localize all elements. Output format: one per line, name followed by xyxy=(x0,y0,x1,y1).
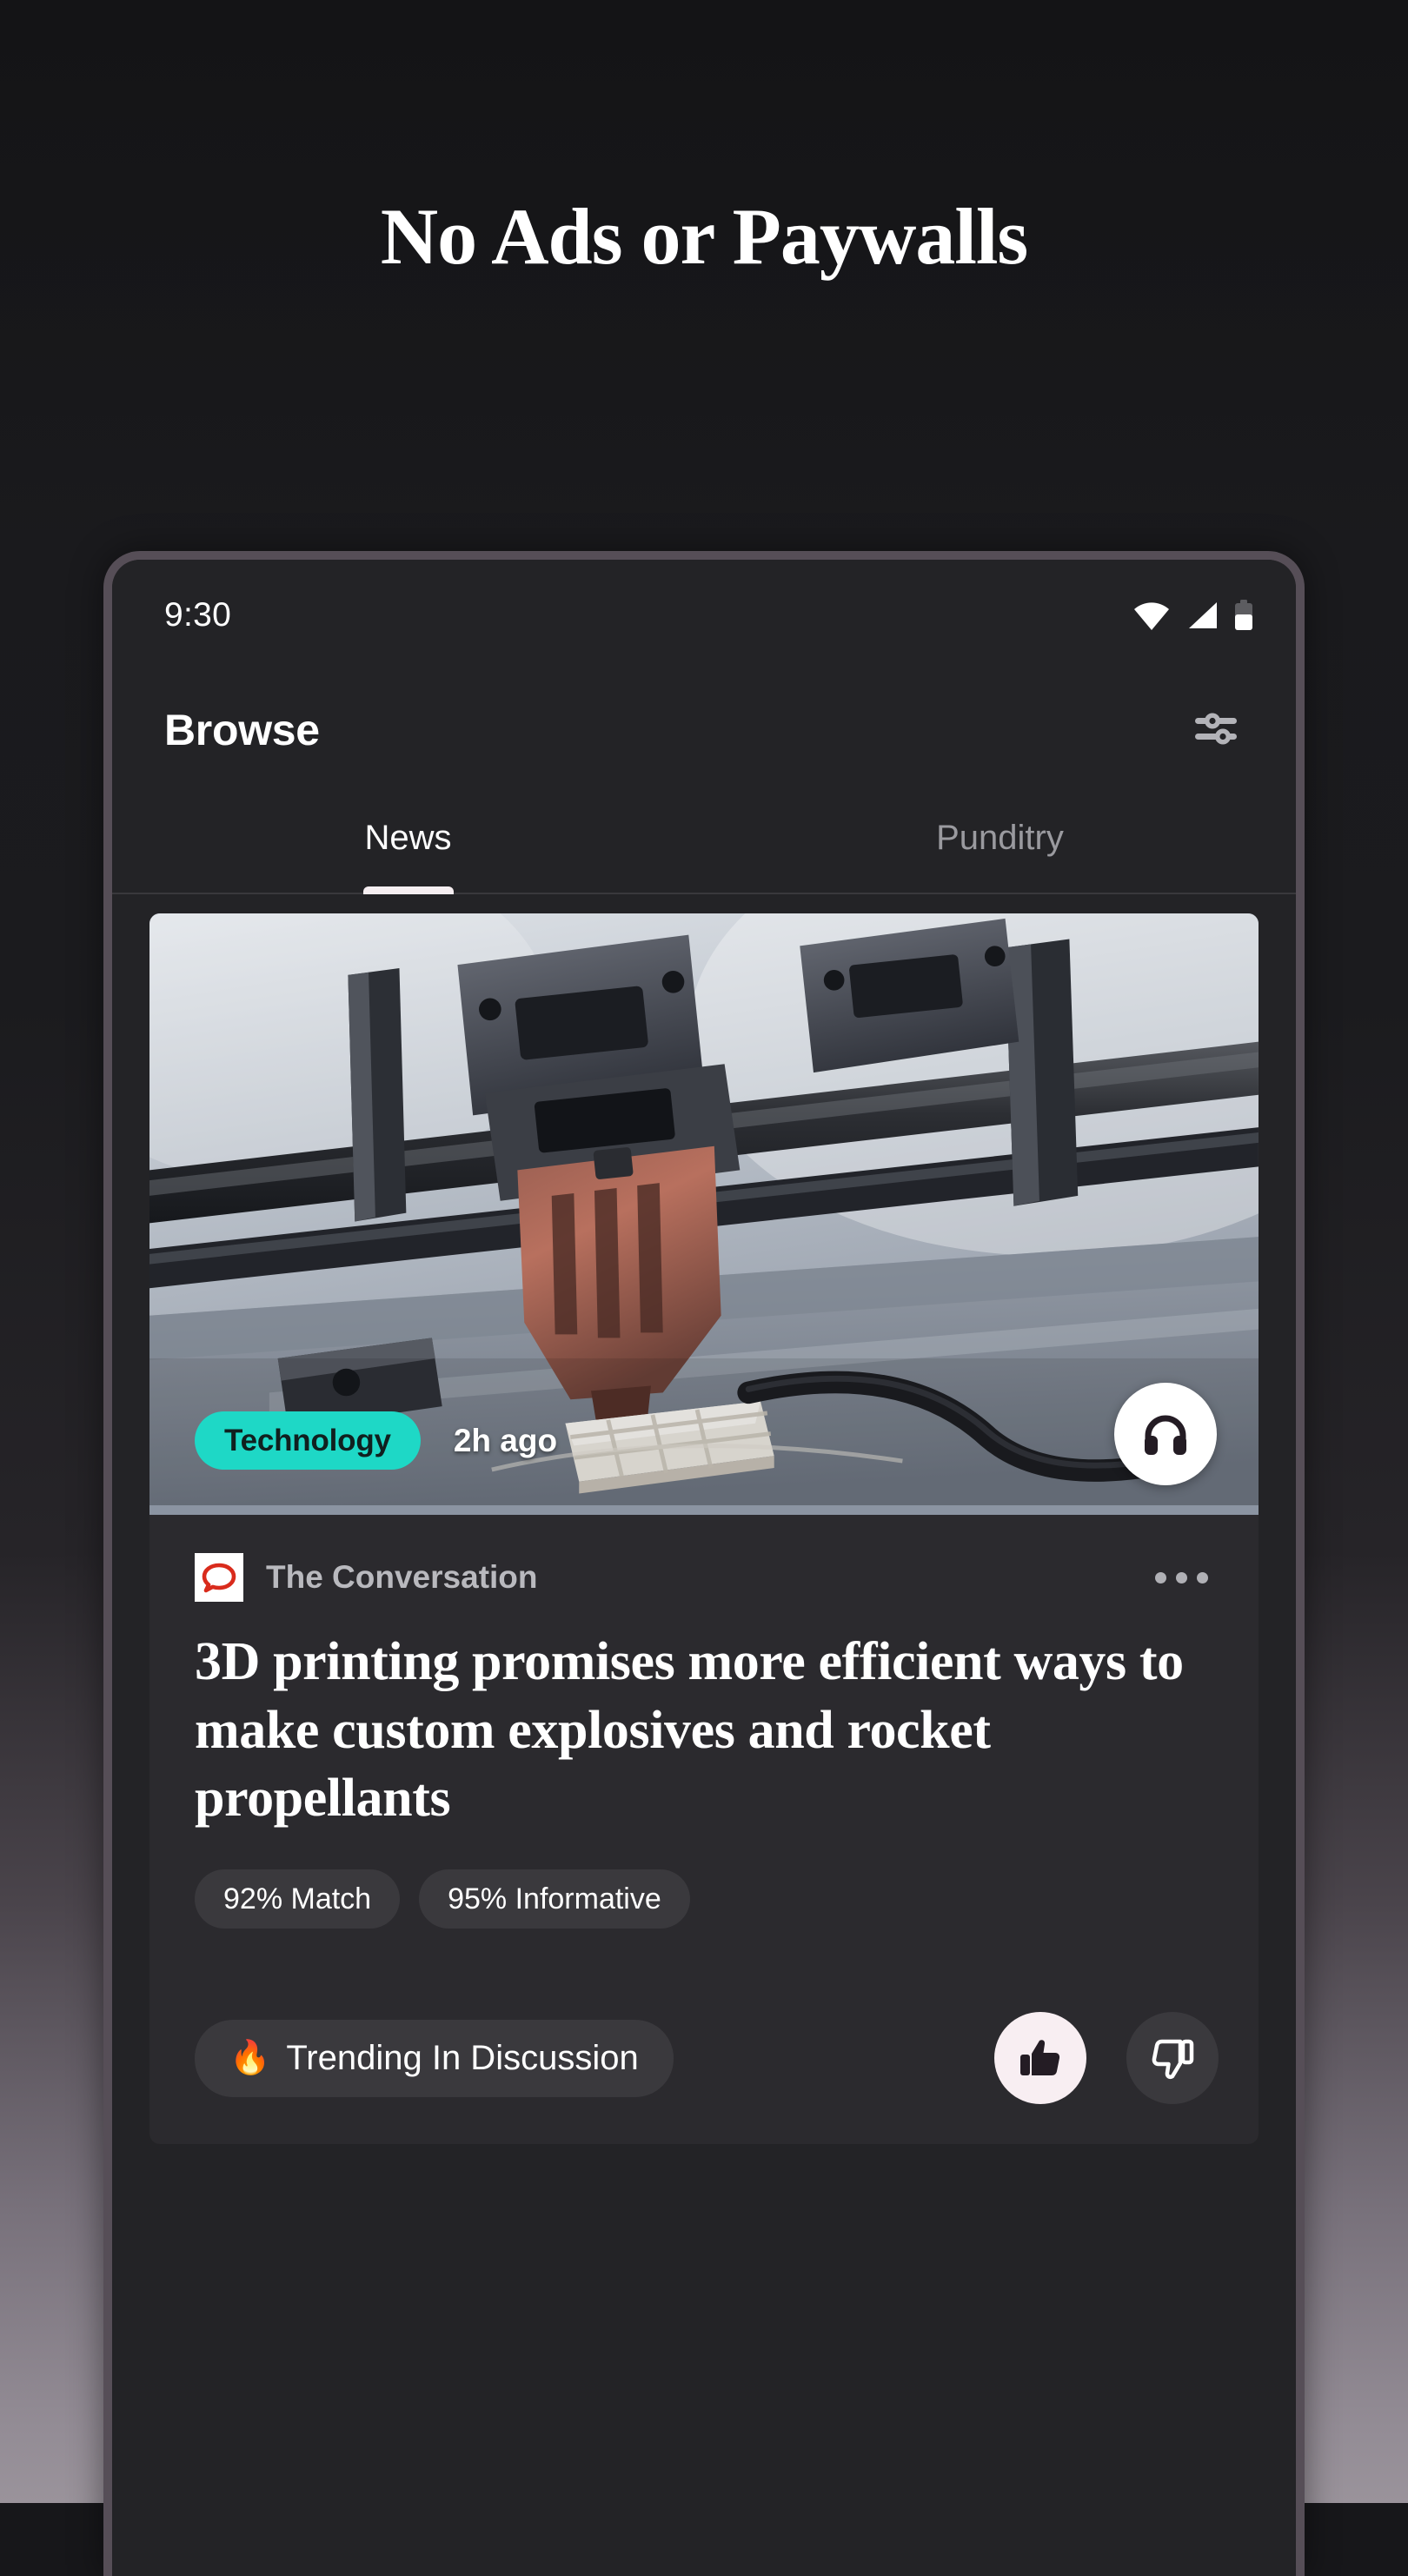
phone-device-frame: 9:30 Browse News Punditry Technology 2h … xyxy=(103,551,1305,2576)
tab-bar: News Punditry xyxy=(112,789,1296,894)
headphones-icon xyxy=(1145,1415,1186,1455)
like-button[interactable] xyxy=(994,2012,1086,2105)
article-source-row: The Conversation xyxy=(149,1515,1259,1602)
more-horizontal-icon-dot xyxy=(1197,1571,1208,1583)
timestamp-label: 2h ago xyxy=(453,1422,558,1458)
filter-settings-button[interactable] xyxy=(1181,699,1251,762)
thumbs-down-icon xyxy=(1152,2039,1194,2080)
promo-headline: No Ads or Paywalls xyxy=(380,192,1029,281)
status-bar: 9:30 xyxy=(112,560,1296,671)
listen-audio-button[interactable] xyxy=(1114,1383,1217,1485)
source-logo xyxy=(195,1553,243,1602)
cellular-signal-icon xyxy=(1189,602,1217,628)
informative-score-chip: 95% Informative xyxy=(419,1869,690,1929)
battery-icon xyxy=(1235,600,1252,630)
more-horizontal-icon-dot xyxy=(1155,1571,1166,1583)
tab-punditry[interactable]: Punditry xyxy=(704,789,1296,893)
article-hero-image: Technology 2h ago xyxy=(149,913,1259,1515)
more-horizontal-icon-dot xyxy=(1176,1571,1187,1583)
status-bar-icons xyxy=(1132,600,1254,631)
wifi-icon xyxy=(1134,602,1169,630)
tune-sliders-icon xyxy=(1195,713,1237,744)
trending-in-discussion-button[interactable]: 🔥 Trending In Discussion xyxy=(195,2019,674,2097)
status-bar-clock: 9:30 xyxy=(164,596,232,634)
source-name: The Conversation xyxy=(266,1559,538,1595)
thumbs-up-icon xyxy=(1020,2040,1060,2076)
speech-bubble-icon xyxy=(202,1563,236,1593)
page-title: Browse xyxy=(164,706,320,754)
dislike-button[interactable] xyxy=(1126,2012,1219,2105)
more-options-button[interactable] xyxy=(1150,1560,1213,1596)
tab-news[interactable]: News xyxy=(112,789,704,893)
app-bar: Browse xyxy=(112,671,1296,789)
phone-screen: 9:30 Browse News Punditry Technology 2h … xyxy=(112,560,1296,2576)
category-badge[interactable]: Technology xyxy=(195,1411,421,1470)
article-score-chips: 92% Match 95% Informative xyxy=(149,1833,1259,1929)
article-headline[interactable]: 3D printing promises more efficient ways… xyxy=(149,1602,1259,1833)
fire-icon: 🔥 xyxy=(229,2040,271,2077)
article-card-footer: 🔥 Trending In Discussion xyxy=(149,1929,1259,2144)
trending-label: Trending In Discussion xyxy=(286,2038,639,2077)
article-card[interactable]: Technology 2h ago The Conversation 3D pr… xyxy=(149,913,1259,2145)
match-score-chip: 92% Match xyxy=(195,1869,401,1929)
hero-overlay-meta: Technology 2h ago xyxy=(195,1411,1213,1470)
